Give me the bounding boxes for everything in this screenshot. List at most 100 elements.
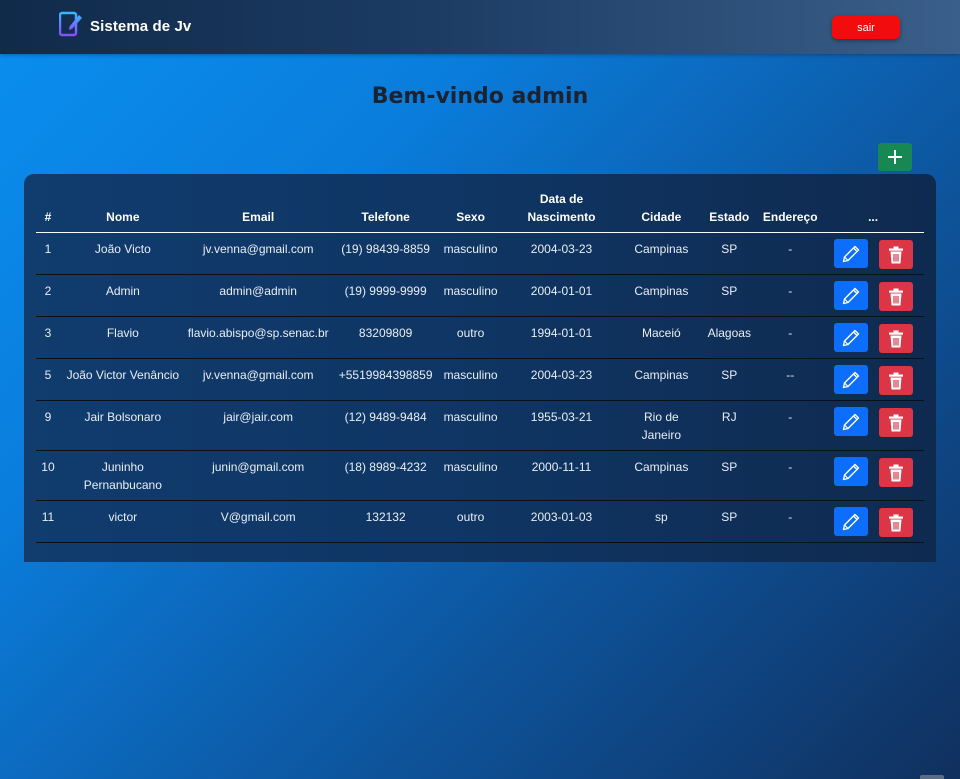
resize-corner	[920, 775, 944, 779]
pencil-icon	[841, 512, 861, 532]
cell-actions	[822, 450, 924, 501]
table-row: 1 João Victo jv.venna@gmail.com (19) 98439-…	[36, 232, 924, 275]
edit-button[interactable]	[833, 239, 868, 268]
cell-endereco: -	[758, 400, 823, 451]
cell-nome: Flavio	[59, 316, 186, 359]
delete-button[interactable]	[878, 282, 913, 311]
table-row: 9 Jair Bolsonaro jair@jair.com (12) 9489-94…	[36, 400, 924, 451]
delete-button[interactable]	[878, 366, 913, 395]
cell-endereco: -	[758, 274, 823, 317]
plus-icon	[888, 150, 902, 164]
edit-button[interactable]	[833, 407, 868, 436]
table-header-row: # Nome Email Telefone Sexo Data de Nascimento…	[36, 190, 924, 233]
trash-icon	[888, 414, 904, 432]
cell-email: jv.venna@gmail.com	[185, 358, 331, 401]
cell-endereco: -	[758, 232, 823, 275]
edit-button[interactable]	[833, 507, 868, 536]
cell-estado: RJ	[700, 400, 759, 451]
edit-button[interactable]	[833, 281, 868, 310]
edit-button[interactable]	[833, 365, 868, 394]
cell-endereco: -	[758, 450, 823, 501]
cell-id: 10	[36, 450, 60, 501]
cell-estado: SP	[700, 232, 759, 275]
header-col-actions: ...	[822, 190, 924, 233]
header-col-nome: Nome	[59, 190, 186, 233]
add-user-button[interactable]	[878, 143, 912, 171]
welcome-username: admin	[511, 84, 589, 109]
cell-email: flavio.abispo@sp.senac.br	[185, 316, 331, 359]
cell-id: 5	[36, 358, 60, 401]
header-col-email: Email	[185, 190, 331, 233]
cell-id: 3	[36, 316, 60, 359]
cell-email: V@gmail.com	[185, 500, 331, 543]
welcome-prefix: Bem-vindo	[371, 84, 512, 109]
cell-sexo: masculino	[440, 232, 501, 275]
cell-sexo: masculino	[440, 400, 501, 451]
cell-nascimento: 2004-03-23	[500, 232, 623, 275]
trash-icon	[888, 246, 904, 264]
cell-telefone: (19) 9999-9999	[330, 274, 441, 317]
header-col-id: #	[36, 190, 60, 233]
pencil-icon	[841, 286, 861, 306]
edit-button[interactable]	[833, 457, 868, 486]
trash-icon	[888, 288, 904, 306]
cell-nome: Admin	[59, 274, 186, 317]
table-row: 3 Flavio flavio.abispo@sp.senac.br 83209809…	[36, 316, 924, 359]
cell-nome: victor	[59, 500, 186, 543]
cell-telefone: +5519984398859	[330, 358, 441, 401]
cell-id: 11	[36, 500, 60, 543]
page-title: Bem-vindo admin	[0, 84, 960, 109]
cell-endereco: -	[758, 500, 823, 543]
cell-nascimento: 1955-03-21	[500, 400, 623, 451]
cell-sexo: outro	[440, 316, 501, 359]
pencil-icon	[841, 462, 861, 482]
cell-cidade: Campinas	[622, 232, 701, 275]
cell-email: admin@admin	[185, 274, 331, 317]
cell-actions	[822, 400, 924, 451]
cell-cidade: Campinas	[622, 358, 701, 401]
table-row: 10 Juninho Pernanbucano junin@gmail.com (18…	[36, 450, 924, 501]
pencil-icon	[841, 244, 861, 264]
trash-icon	[888, 330, 904, 348]
cell-nascimento: 2004-01-01	[500, 274, 623, 317]
cell-id: 9	[36, 400, 60, 451]
navbar: Sistema de Jv sair	[0, 0, 960, 54]
cell-estado: SP	[700, 450, 759, 501]
pencil-icon	[841, 370, 861, 390]
cell-telefone: 132132	[330, 500, 441, 543]
delete-button[interactable]	[878, 458, 913, 487]
header-col-nascimento: Data de Nascimento	[500, 190, 623, 233]
pencil-icon	[841, 328, 861, 348]
edit-button[interactable]	[833, 323, 868, 352]
cell-sexo: masculino	[440, 274, 501, 317]
trash-icon	[888, 514, 904, 532]
header-col-endereco: Endereço	[758, 190, 823, 233]
delete-button[interactable]	[878, 240, 913, 269]
brand-name: Sistema de Jv	[90, 18, 192, 35]
cell-cidade: Rio de Janeiro	[622, 400, 701, 451]
cell-cidade: Maceió	[622, 316, 701, 359]
delete-button[interactable]	[878, 324, 913, 353]
cell-cidade: sp	[622, 500, 701, 543]
delete-button[interactable]	[878, 408, 913, 437]
cell-sexo: masculino	[440, 358, 501, 401]
cell-nascimento: 2003-01-03	[500, 500, 623, 543]
brand[interactable]: Sistema de Jv	[58, 11, 192, 42]
cell-actions	[822, 232, 924, 275]
header-col-cidade: Cidade	[622, 190, 701, 233]
cell-estado: Alagoas	[700, 316, 759, 359]
cell-actions	[822, 500, 924, 543]
cell-telefone: (19) 98439-8859	[330, 232, 441, 275]
logout-button[interactable]: sair	[832, 16, 900, 39]
header-col-telefone: Telefone	[330, 190, 441, 233]
cell-nome: João Victor Venâncio	[59, 358, 186, 401]
header-col-estado: Estado	[700, 190, 759, 233]
cell-email: junin@gmail.com	[185, 450, 331, 501]
cell-actions	[822, 274, 924, 317]
delete-button[interactable]	[878, 508, 913, 537]
trash-icon	[888, 464, 904, 482]
cell-nascimento: 2000-11-11	[500, 450, 623, 501]
cell-nascimento: 1994-01-01	[500, 316, 623, 359]
cell-cidade: Campinas	[622, 450, 701, 501]
cell-nascimento: 2004-03-23	[500, 358, 623, 401]
